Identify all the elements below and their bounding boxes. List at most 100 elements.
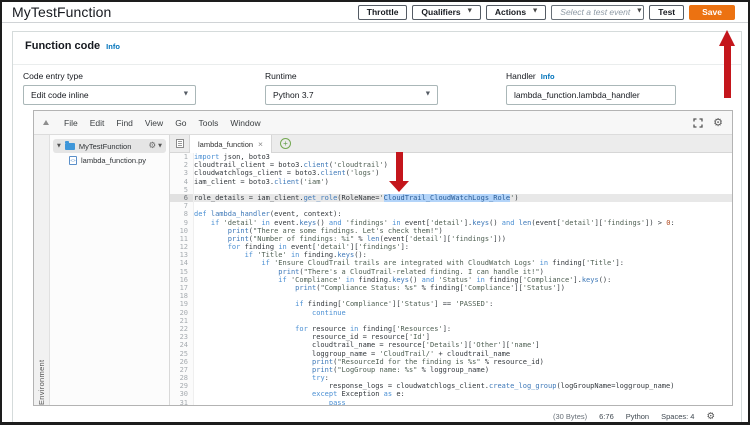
code-line[interactable]: 10 print("There are some findings. Let's… <box>170 227 732 235</box>
line-number[interactable]: 3 <box>170 169 194 177</box>
line-number[interactable]: 20 <box>170 309 194 317</box>
line-number[interactable]: 23 <box>170 333 194 341</box>
code-line[interactable]: 28 try: <box>170 374 732 382</box>
tree-folder-row[interactable]: ▼ MyTestFunction ⚙ ▼ <box>53 139 166 153</box>
line-number[interactable]: 7 <box>170 202 194 210</box>
line-number[interactable]: 18 <box>170 292 194 300</box>
line-number[interactable]: 1 <box>170 153 194 161</box>
code-line[interactable]: 6role_details = iam_client.get_role(Role… <box>170 194 732 202</box>
code-text: for finding in event['detail']['findings… <box>194 243 732 251</box>
workspace-toggle-icon[interactable] <box>43 120 49 125</box>
line-number[interactable]: 8 <box>170 210 194 218</box>
code-line[interactable]: 12 for finding in event['detail']['findi… <box>170 243 732 251</box>
code-line[interactable]: 16 if 'Compliance' in finding.keys() and… <box>170 276 732 284</box>
code-line[interactable]: 9 if 'detail' in event.keys() and 'findi… <box>170 219 732 227</box>
line-number[interactable]: 19 <box>170 300 194 308</box>
statusbar-gear-icon[interactable]: ⚙ <box>706 412 715 422</box>
line-number[interactable]: 2 <box>170 161 194 169</box>
line-number[interactable]: 16 <box>170 276 194 284</box>
environment-panel-tab[interactable]: Environment <box>34 135 50 405</box>
line-number[interactable]: 21 <box>170 317 194 325</box>
throttle-button[interactable]: Throttle <box>358 5 408 20</box>
line-number[interactable]: 30 <box>170 390 194 398</box>
code-line[interactable]: 20 continue <box>170 309 732 317</box>
runtime-select[interactable]: Python 3.7 ▼ <box>265 85 438 105</box>
line-number[interactable]: 5 <box>170 186 194 194</box>
line-number[interactable]: 13 <box>170 251 194 259</box>
actions-button[interactable]: Actions ▼ <box>486 5 546 20</box>
code-line[interactable]: 29 response_logs = cloudwatchlogs_client… <box>170 382 732 390</box>
code-line[interactable]: 22 for resource in finding['Resources']: <box>170 325 732 333</box>
indent-setting[interactable]: Spaces: 4 <box>661 412 694 421</box>
line-number[interactable]: 12 <box>170 243 194 251</box>
test-button[interactable]: Test <box>649 5 684 20</box>
tree-file-row[interactable]: <> lambda_function.py <box>50 153 169 167</box>
page-header: MyTestFunction Throttle Qualifiers ▼ Act… <box>2 2 748 23</box>
code-line[interactable]: 3cloudwatchlogs_client = boto3.client('l… <box>170 169 732 177</box>
tree-expand-caret-icon[interactable]: ▼ <box>57 143 61 149</box>
line-number[interactable]: 9 <box>170 219 194 227</box>
save-button[interactable]: Save <box>689 5 735 20</box>
code-line[interactable]: 15 print("There's a CloudTrail-related f… <box>170 268 732 276</box>
line-number[interactable]: 25 <box>170 350 194 358</box>
line-number[interactable]: 17 <box>170 284 194 292</box>
new-tab-plus-icon[interactable]: + <box>280 138 291 149</box>
code-line[interactable]: 7 <box>170 202 732 210</box>
code-line[interactable]: 19 if finding['Compliance']['Status'] ==… <box>170 300 732 308</box>
section-info-link[interactable]: Info <box>106 42 120 51</box>
code-line[interactable]: 5 <box>170 186 732 194</box>
code-line[interactable]: 27 print("LogGroup name: %s" % loggroup_… <box>170 366 732 374</box>
code-line[interactable]: 24 cloudtrail_name = resource['Details']… <box>170 341 732 349</box>
editor-settings-gear-icon[interactable]: ⚙ <box>713 117 723 128</box>
code-line[interactable]: 26 print("ResourceId for the finding is … <box>170 358 732 366</box>
menu-go[interactable]: Go <box>169 118 192 128</box>
code-entry-type-select[interactable]: Edit code inline ▼ <box>23 85 196 105</box>
qualifiers-button[interactable]: Qualifiers ▼ <box>412 5 480 20</box>
code-line[interactable]: 2cloudtrail_client = boto3.client('cloud… <box>170 161 732 169</box>
menu-window[interactable]: Window <box>224 118 266 128</box>
tree-gear-icon: ⚙ <box>149 142 157 151</box>
line-number[interactable]: 10 <box>170 227 194 235</box>
code-line[interactable]: 30 except Exception as e: <box>170 390 732 398</box>
test-event-select[interactable]: Select a test event ▼ <box>551 5 644 20</box>
code-line[interactable]: 17 print("Compliance Status: %s" % findi… <box>170 284 732 292</box>
code-line[interactable]: 14 if 'Ensure CloudTrail trails are inte… <box>170 259 732 267</box>
line-number[interactable]: 27 <box>170 366 194 374</box>
line-number[interactable]: 26 <box>170 358 194 366</box>
code-line[interactable]: 4iam_client = boto3.client('iam') <box>170 178 732 186</box>
tree-settings[interactable]: ⚙ ▼ <box>149 142 162 151</box>
code-line[interactable]: 25 loggroup_name = 'CloudTrail/' + cloud… <box>170 350 732 358</box>
menu-tools[interactable]: Tools <box>193 118 225 128</box>
code-line[interactable]: 23 resource_id = resource['Id'] <box>170 333 732 341</box>
handler-info-link[interactable]: Info <box>541 72 555 81</box>
line-number[interactable]: 24 <box>170 341 194 349</box>
menu-find[interactable]: Find <box>110 118 139 128</box>
menu-view[interactable]: View <box>139 118 169 128</box>
line-number[interactable]: 14 <box>170 259 194 267</box>
tab-close-icon[interactable]: × <box>258 140 263 149</box>
menu-file[interactable]: File <box>58 118 84 128</box>
code-line[interactable]: 11 print("Number of findings: %i" % len(… <box>170 235 732 243</box>
line-number[interactable]: 11 <box>170 235 194 243</box>
code-area[interactable]: 1import json, boto32cloudtrail_client = … <box>170 153 732 405</box>
line-number[interactable]: 22 <box>170 325 194 333</box>
code-line[interactable]: 8def lambda_handler(event, context): <box>170 210 732 218</box>
code-line[interactable]: 31 pass <box>170 399 732 405</box>
line-number[interactable]: 28 <box>170 374 194 382</box>
line-number[interactable]: 31 <box>170 399 194 405</box>
code-line[interactable]: 13 if 'Title' in finding.keys(): <box>170 251 732 259</box>
fullscreen-icon[interactable] <box>693 118 703 128</box>
line-number[interactable]: 6 <box>170 194 194 202</box>
code-line[interactable]: 18 <box>170 292 732 300</box>
cursor-position[interactable]: 6:76 <box>599 412 614 421</box>
line-number[interactable]: 4 <box>170 178 194 186</box>
line-number[interactable]: 29 <box>170 382 194 390</box>
code-line[interactable]: 21 <box>170 317 732 325</box>
handler-input[interactable] <box>506 85 676 105</box>
tab-lambda-function[interactable]: lambda_function × <box>189 135 272 153</box>
tab-list-icon[interactable] <box>176 139 184 148</box>
language-mode[interactable]: Python <box>626 412 649 421</box>
line-number[interactable]: 15 <box>170 268 194 276</box>
code-line[interactable]: 1import json, boto3 <box>170 153 732 161</box>
menu-edit[interactable]: Edit <box>84 118 111 128</box>
